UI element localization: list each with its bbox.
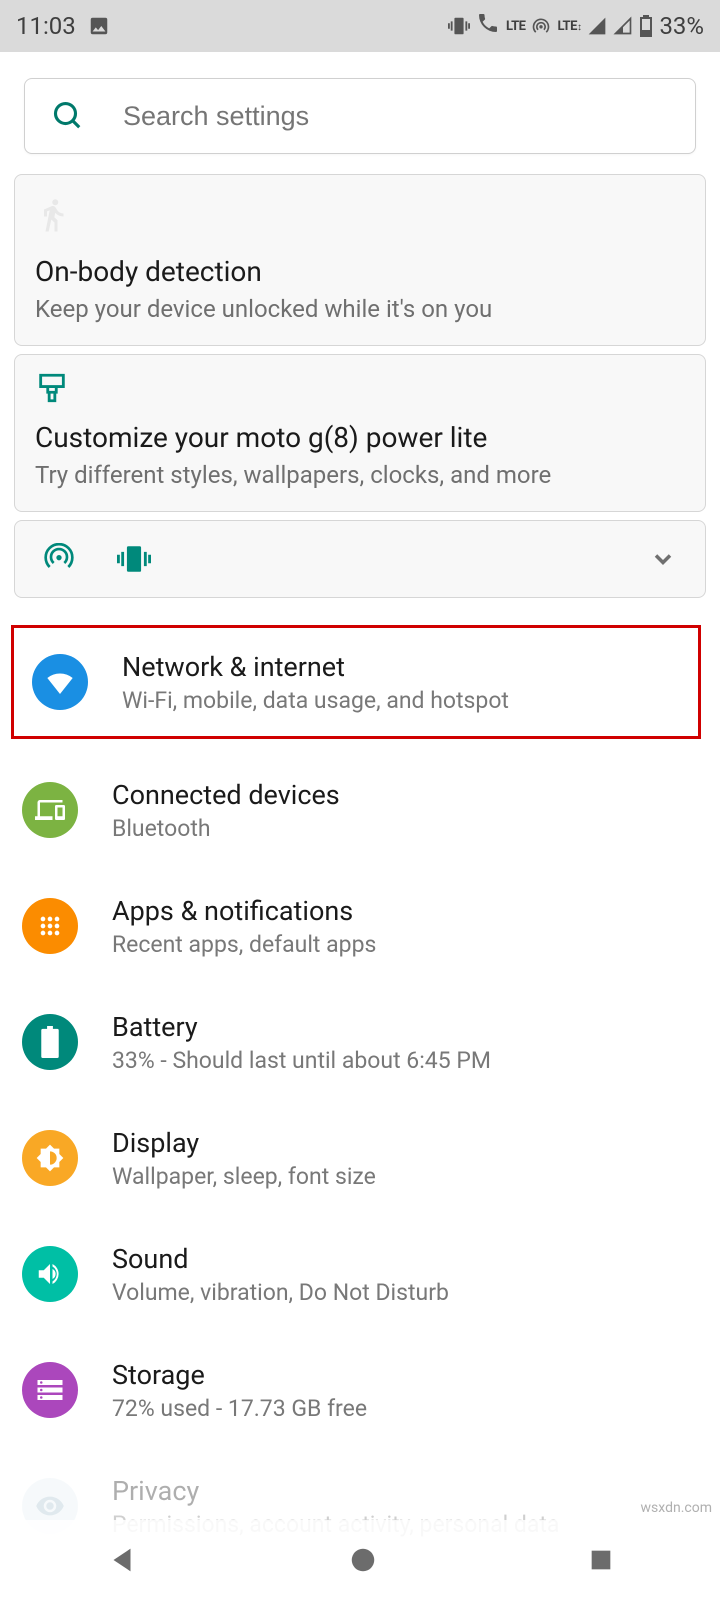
card-subtitle: Keep your device unlocked while it's on …: [35, 294, 685, 325]
brightness-icon: [22, 1130, 78, 1186]
volume-icon: [22, 1246, 78, 1302]
row-subtitle: 33% - Should last until about 6:45 PM: [112, 1047, 698, 1074]
storage-icon: [22, 1362, 78, 1418]
battery-icon: [639, 15, 653, 37]
row-subtitle: Wi-Fi, mobile, data usage, and hotspot: [122, 687, 680, 714]
home-button[interactable]: [348, 1545, 378, 1575]
row-title: Privacy: [112, 1475, 698, 1507]
row-subtitle: Bluetooth: [112, 815, 698, 842]
hotspot-icon: [43, 543, 75, 575]
row-apps-notifications[interactable]: Apps & notifications Recent apps, defaul…: [0, 868, 720, 984]
search-box[interactable]: [24, 78, 696, 154]
row-display[interactable]: Display Wallpaper, sleep, font size: [0, 1100, 720, 1216]
wifi-icon: [32, 654, 88, 710]
card-on-body-detection[interactable]: On-body detection Keep your device unloc…: [14, 174, 706, 346]
row-subtitle: 72% used - 17.73 GB free: [112, 1395, 698, 1422]
recents-button[interactable]: [587, 1546, 615, 1574]
row-subtitle: Wallpaper, sleep, font size: [112, 1163, 698, 1190]
lte-label-1: LTE: [506, 19, 525, 34]
watermark: wsxdn.com: [641, 1500, 712, 1516]
row-title: Apps & notifications: [112, 895, 698, 927]
vibrate-icon: [448, 15, 470, 37]
row-network-internet[interactable]: Network & internet Wi-Fi, mobile, data u…: [10, 624, 702, 740]
status-bar: 11:03 LTE LTE↕ 33%: [0, 0, 720, 52]
row-subtitle: Recent apps, default apps: [112, 931, 698, 958]
chevron-down-icon: [649, 545, 677, 573]
volte-call-icon: [476, 11, 500, 41]
row-title: Display: [112, 1127, 698, 1159]
clock: 11:03: [16, 12, 76, 40]
row-title: Battery: [112, 1011, 698, 1043]
devices-icon: [22, 782, 78, 838]
search-input[interactable]: [123, 101, 667, 132]
row-title: Network & internet: [122, 651, 680, 683]
navigation-bar: [0, 1520, 720, 1600]
lte-label-2: LTE↕: [557, 19, 581, 34]
card-title: On-body detection: [35, 255, 685, 288]
card-title: Customize your moto g(8) power lite: [35, 421, 685, 454]
battery-percentage: 33%: [659, 12, 704, 40]
walking-person-icon: [35, 195, 71, 235]
row-title: Sound: [112, 1243, 698, 1275]
signal-2-icon: [613, 16, 633, 36]
settings-list: Network & internet Wi-Fi, mobile, data u…: [0, 606, 720, 1564]
apps-icon: [22, 898, 78, 954]
vibration-icon: [117, 542, 151, 576]
card-quick-toggles[interactable]: [14, 520, 706, 598]
card-subtitle: Try different styles, wallpapers, clocks…: [35, 460, 685, 491]
signal-1-icon: [587, 16, 607, 36]
row-subtitle: Volume, vibration, Do Not Disturb: [112, 1279, 698, 1306]
hotspot-small-icon: [531, 16, 551, 36]
row-title: Connected devices: [112, 779, 698, 811]
row-battery[interactable]: Battery 33% - Should last until about 6:…: [0, 984, 720, 1100]
back-button[interactable]: [105, 1543, 139, 1577]
row-connected-devices[interactable]: Connected devices Bluetooth: [0, 752, 720, 868]
battery-full-icon: [22, 1014, 78, 1070]
picture-icon: [88, 15, 110, 37]
card-customize[interactable]: Customize your moto g(8) power lite Try …: [14, 354, 706, 512]
row-title: Storage: [112, 1359, 698, 1391]
search-icon: [53, 101, 83, 131]
row-storage[interactable]: Storage 72% used - 17.73 GB free: [0, 1332, 720, 1448]
row-sound[interactable]: Sound Volume, vibration, Do Not Disturb: [0, 1216, 720, 1332]
paintbrush-icon: [35, 371, 69, 405]
